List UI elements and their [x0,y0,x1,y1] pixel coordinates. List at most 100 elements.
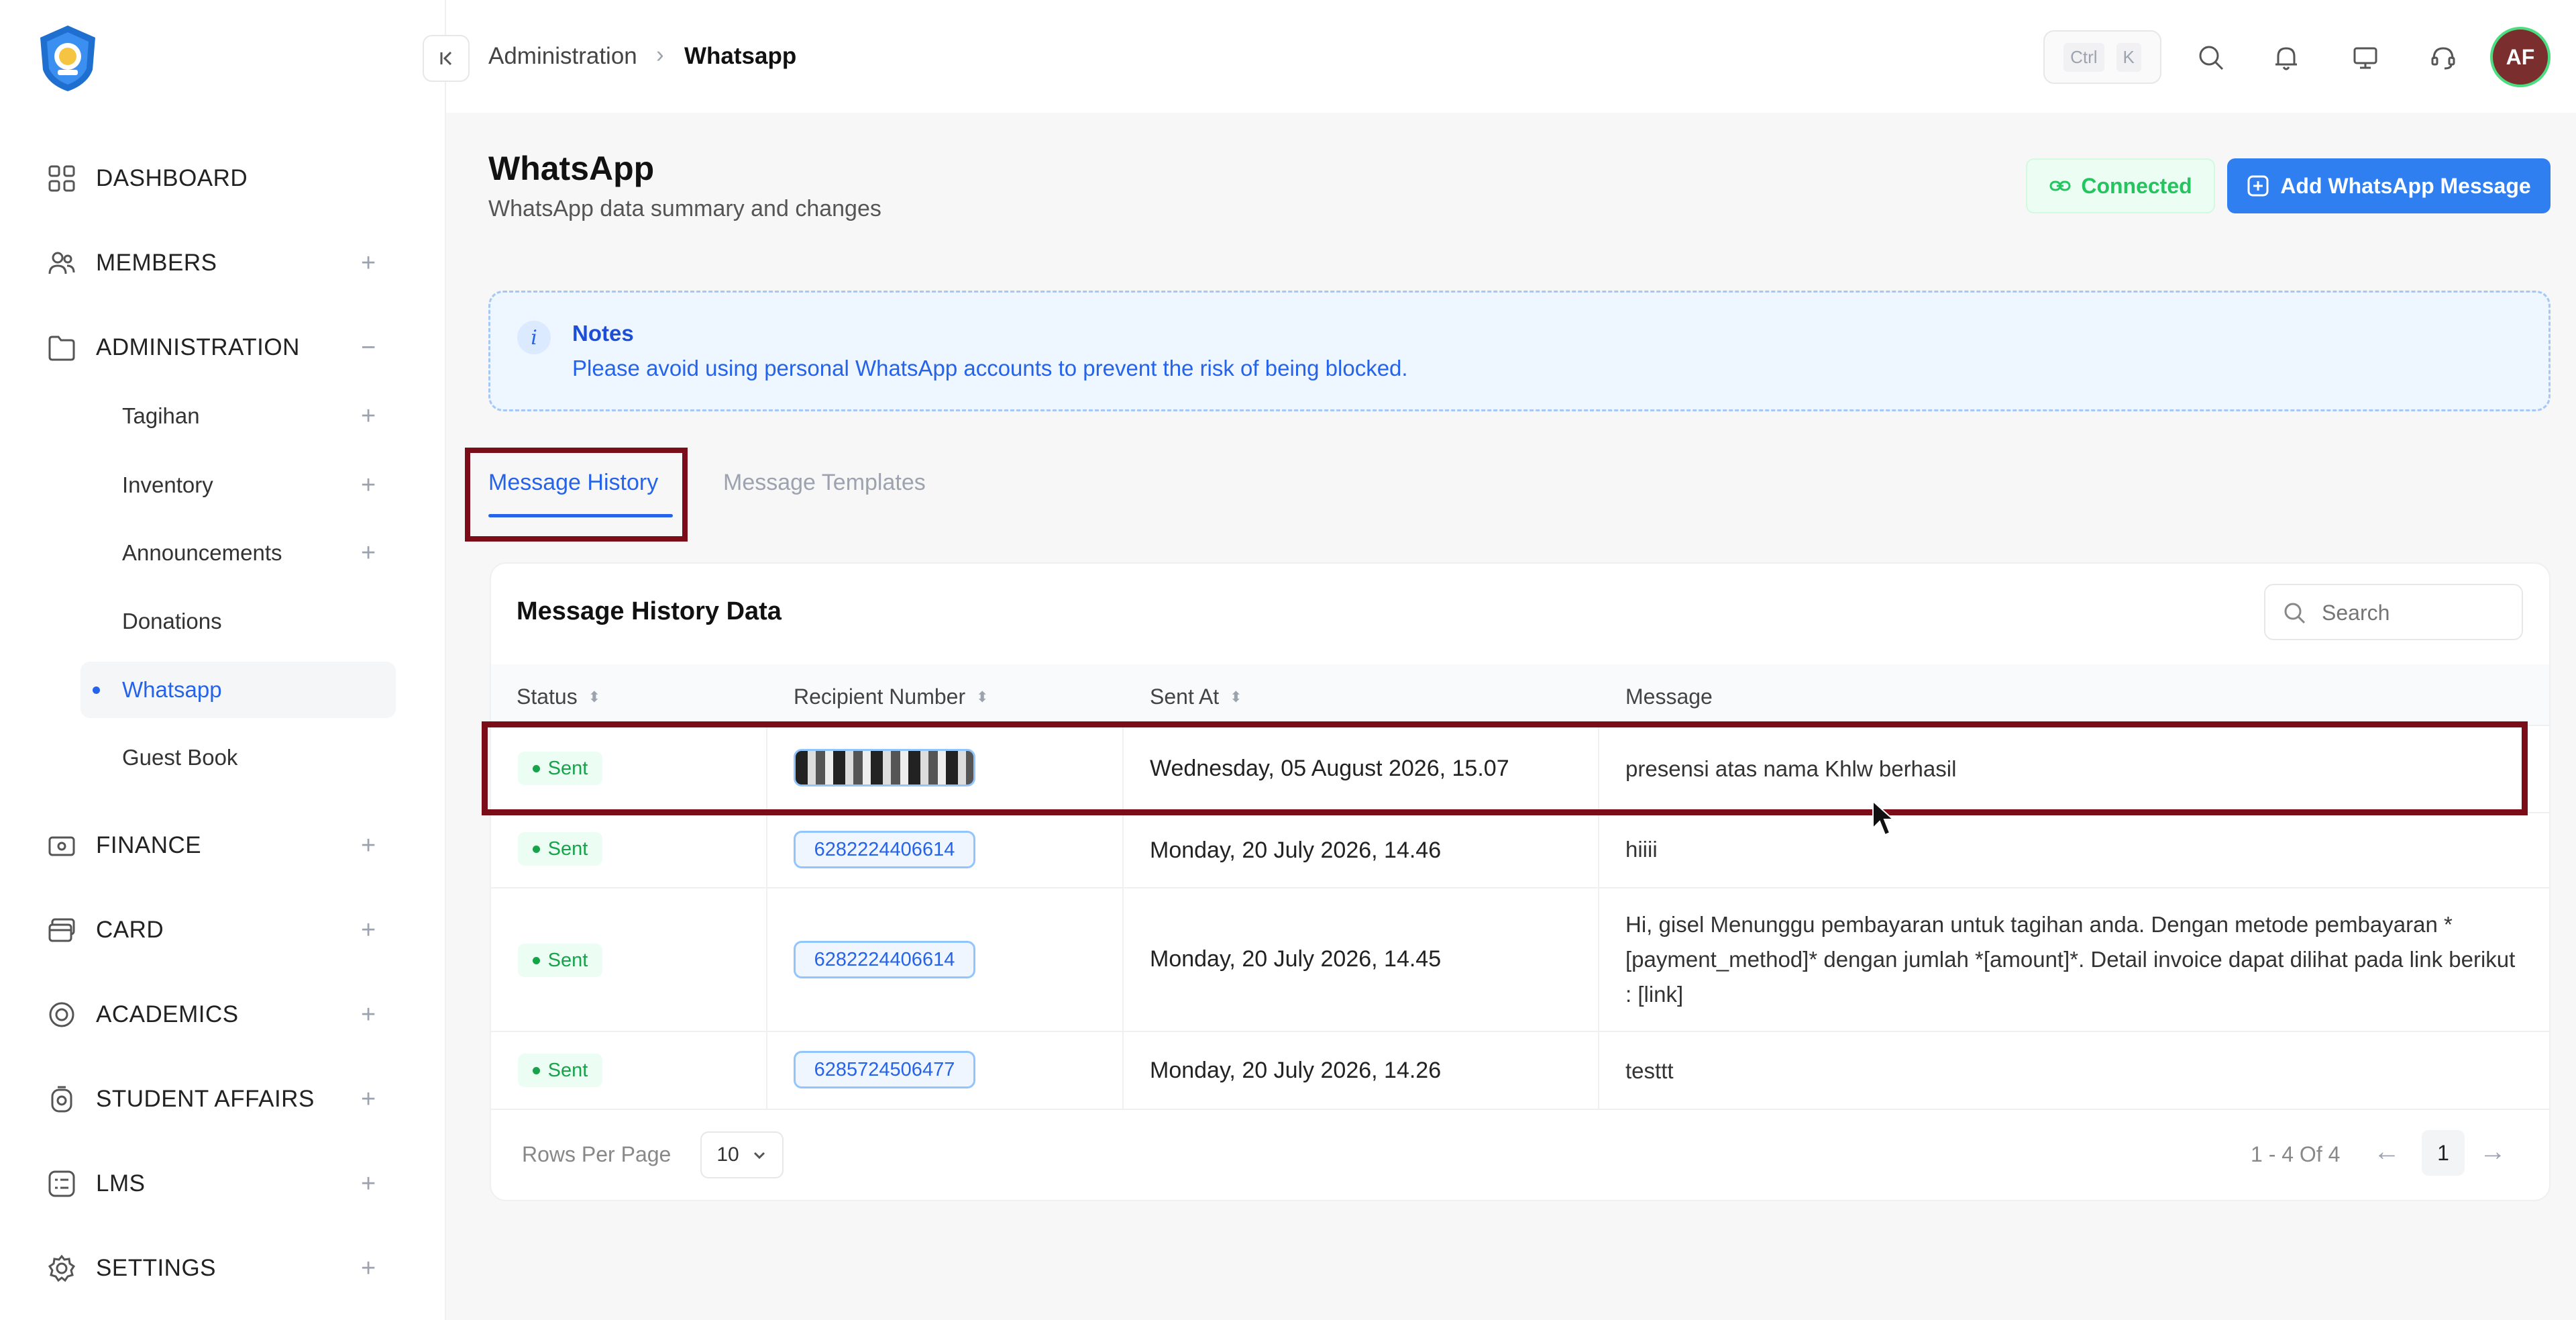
sub-label: Inventory [122,472,213,497]
lms-icon [46,1168,78,1200]
nav-student-affairs[interactable]: STUDENT AFFAIRS + [0,1072,446,1126]
message-text: hiiii [1625,837,1658,862]
monitor-icon[interactable] [2347,39,2384,77]
recipient-number[interactable]: 6285724506477 [794,1051,975,1088]
command-palette-shortcut[interactable]: Ctrl K [2043,30,2161,84]
add-whatsapp-message-button[interactable]: Add WhatsApp Message [2227,158,2551,213]
nav-members[interactable]: MEMBERS + [0,236,446,290]
nav-label: DASHBOARD [96,165,248,191]
sub-label: Guest Book [122,745,238,770]
sub-label: Donations [122,609,222,633]
recipient-number[interactable]: 6282224406614 [794,831,975,868]
status-badge: Sent [518,944,602,977]
row-divider [491,1109,2549,1110]
nav-label: MEMBERS [96,250,217,276]
search-input[interactable] [2322,597,2510,628]
row-divider [491,887,2549,889]
connection-status-label: Connected [2081,173,2192,198]
expand-toggle[interactable]: + [361,831,376,860]
nav-label: STUDENT AFFAIRS [96,1086,315,1112]
breadcrumb-current: Whatsapp [684,43,797,69]
sidebar-item-whatsapp[interactable]: Whatsapp [80,662,396,718]
finance-icon [46,829,78,862]
nav-finance[interactable]: FINANCE + [0,819,446,872]
table-title: Message History Data [517,597,782,625]
nav-academics[interactable]: ACADEMICS + [0,988,446,1042]
sidebar-item-guest-book[interactable]: Guest Book [80,729,396,786]
dashboard-icon [46,162,78,195]
bell-icon[interactable] [2267,39,2305,77]
sort-icon[interactable]: ⬍ [976,689,988,706]
collapse-toggle[interactable]: − [361,334,376,362]
message-history-card [490,562,2551,1201]
school-logo[interactable] [34,23,102,94]
nav-card[interactable]: CARD + [0,903,446,957]
notes-title: Notes [572,321,634,346]
chevron-down-icon [753,1152,765,1160]
nav-lms[interactable]: LMS + [0,1157,446,1211]
collapse-sidebar-button[interactable] [423,35,470,82]
column-header-status[interactable]: Status ⬍ [517,684,600,709]
search-field[interactable] [2264,584,2523,640]
expand-toggle[interactable]: + [361,1254,376,1283]
sub-label: Announcements [122,540,282,565]
academics-icon [46,999,78,1031]
rows-per-page-select[interactable]: 10 [700,1131,784,1178]
message-text: Hi, gisel Menunggu pembayaran untuk tagi… [1625,912,2516,1007]
page-number-button[interactable]: 1 [2422,1130,2465,1176]
nav-label: FINANCE [96,832,202,858]
sort-icon[interactable]: ⬍ [588,689,600,706]
highlight-box-row [482,721,2528,815]
highlight-box-tab [465,448,688,542]
nav-label: ADMINISTRATION [96,334,300,360]
settings-icon [46,1252,78,1284]
column-header-sent-at[interactable]: Sent At ⬍ [1150,684,1242,709]
members-icon [46,247,78,279]
card-icon [46,914,78,946]
student-affairs-icon [46,1083,78,1115]
support-icon[interactable] [2424,39,2462,77]
info-icon: i [517,321,551,354]
expand-toggle[interactable]: + [361,1001,376,1029]
column-label: Message [1625,684,1713,709]
kbd-ctrl: Ctrl [2063,42,2104,72]
link-icon [2049,181,2071,191]
sub-label: Tagihan [122,403,200,428]
nav-label: CARD [96,917,164,943]
sidebar-item-donations[interactable]: Donations [80,593,396,650]
recipient-number[interactable]: 6282224406614 [794,941,975,978]
status-badge: Sent [518,832,602,866]
nav-settings[interactable]: SETTINGS + [0,1241,446,1295]
expand-toggle[interactable]: + [361,916,376,945]
sub-label: Whatsapp [122,677,222,702]
page-title: WhatsApp [488,150,655,187]
tab-message-templates[interactable]: Message Templates [723,470,926,496]
nav-dashboard[interactable]: DASHBOARD [0,152,446,205]
breadcrumb-administration[interactable]: Administration [488,43,637,70]
expand-toggle[interactable]: + [361,471,376,500]
sidebar-item-inventory[interactable]: Inventory + [80,457,396,513]
active-dot [93,686,100,694]
nav-label: LMS [96,1170,146,1197]
column-header-recipient[interactable]: Recipient Number ⬍ [794,684,989,709]
expand-toggle[interactable]: + [361,1170,376,1199]
column-label: Status [517,684,578,709]
sent-at: Monday, 20 July 2026, 14.45 [1150,946,1442,972]
sidebar-item-announcements[interactable]: Announcements + [80,525,396,581]
sidebar-item-tagihan[interactable]: Tagihan + [80,388,396,444]
expand-toggle[interactable]: + [361,1085,376,1114]
sent-at: Monday, 20 July 2026, 14.26 [1150,1058,1442,1083]
nav-label: SETTINGS [96,1255,217,1281]
expand-toggle[interactable]: + [361,402,376,431]
connection-status-badge[interactable]: Connected [2026,158,2215,213]
nav-administration[interactable]: ADMINISTRATION − [0,321,446,374]
sort-icon[interactable]: ⬍ [1230,689,1242,706]
expand-toggle[interactable]: + [361,539,376,568]
column-label: Recipient Number [794,684,966,709]
search-icon[interactable] [2192,39,2230,77]
expand-toggle[interactable]: + [361,249,376,278]
avatar[interactable]: AF [2490,27,2551,87]
previous-page-button[interactable]: ← [2373,1137,2400,1167]
next-page-button[interactable]: → [2479,1137,2506,1167]
rows-per-page-label: Rows Per Page [522,1142,672,1166]
